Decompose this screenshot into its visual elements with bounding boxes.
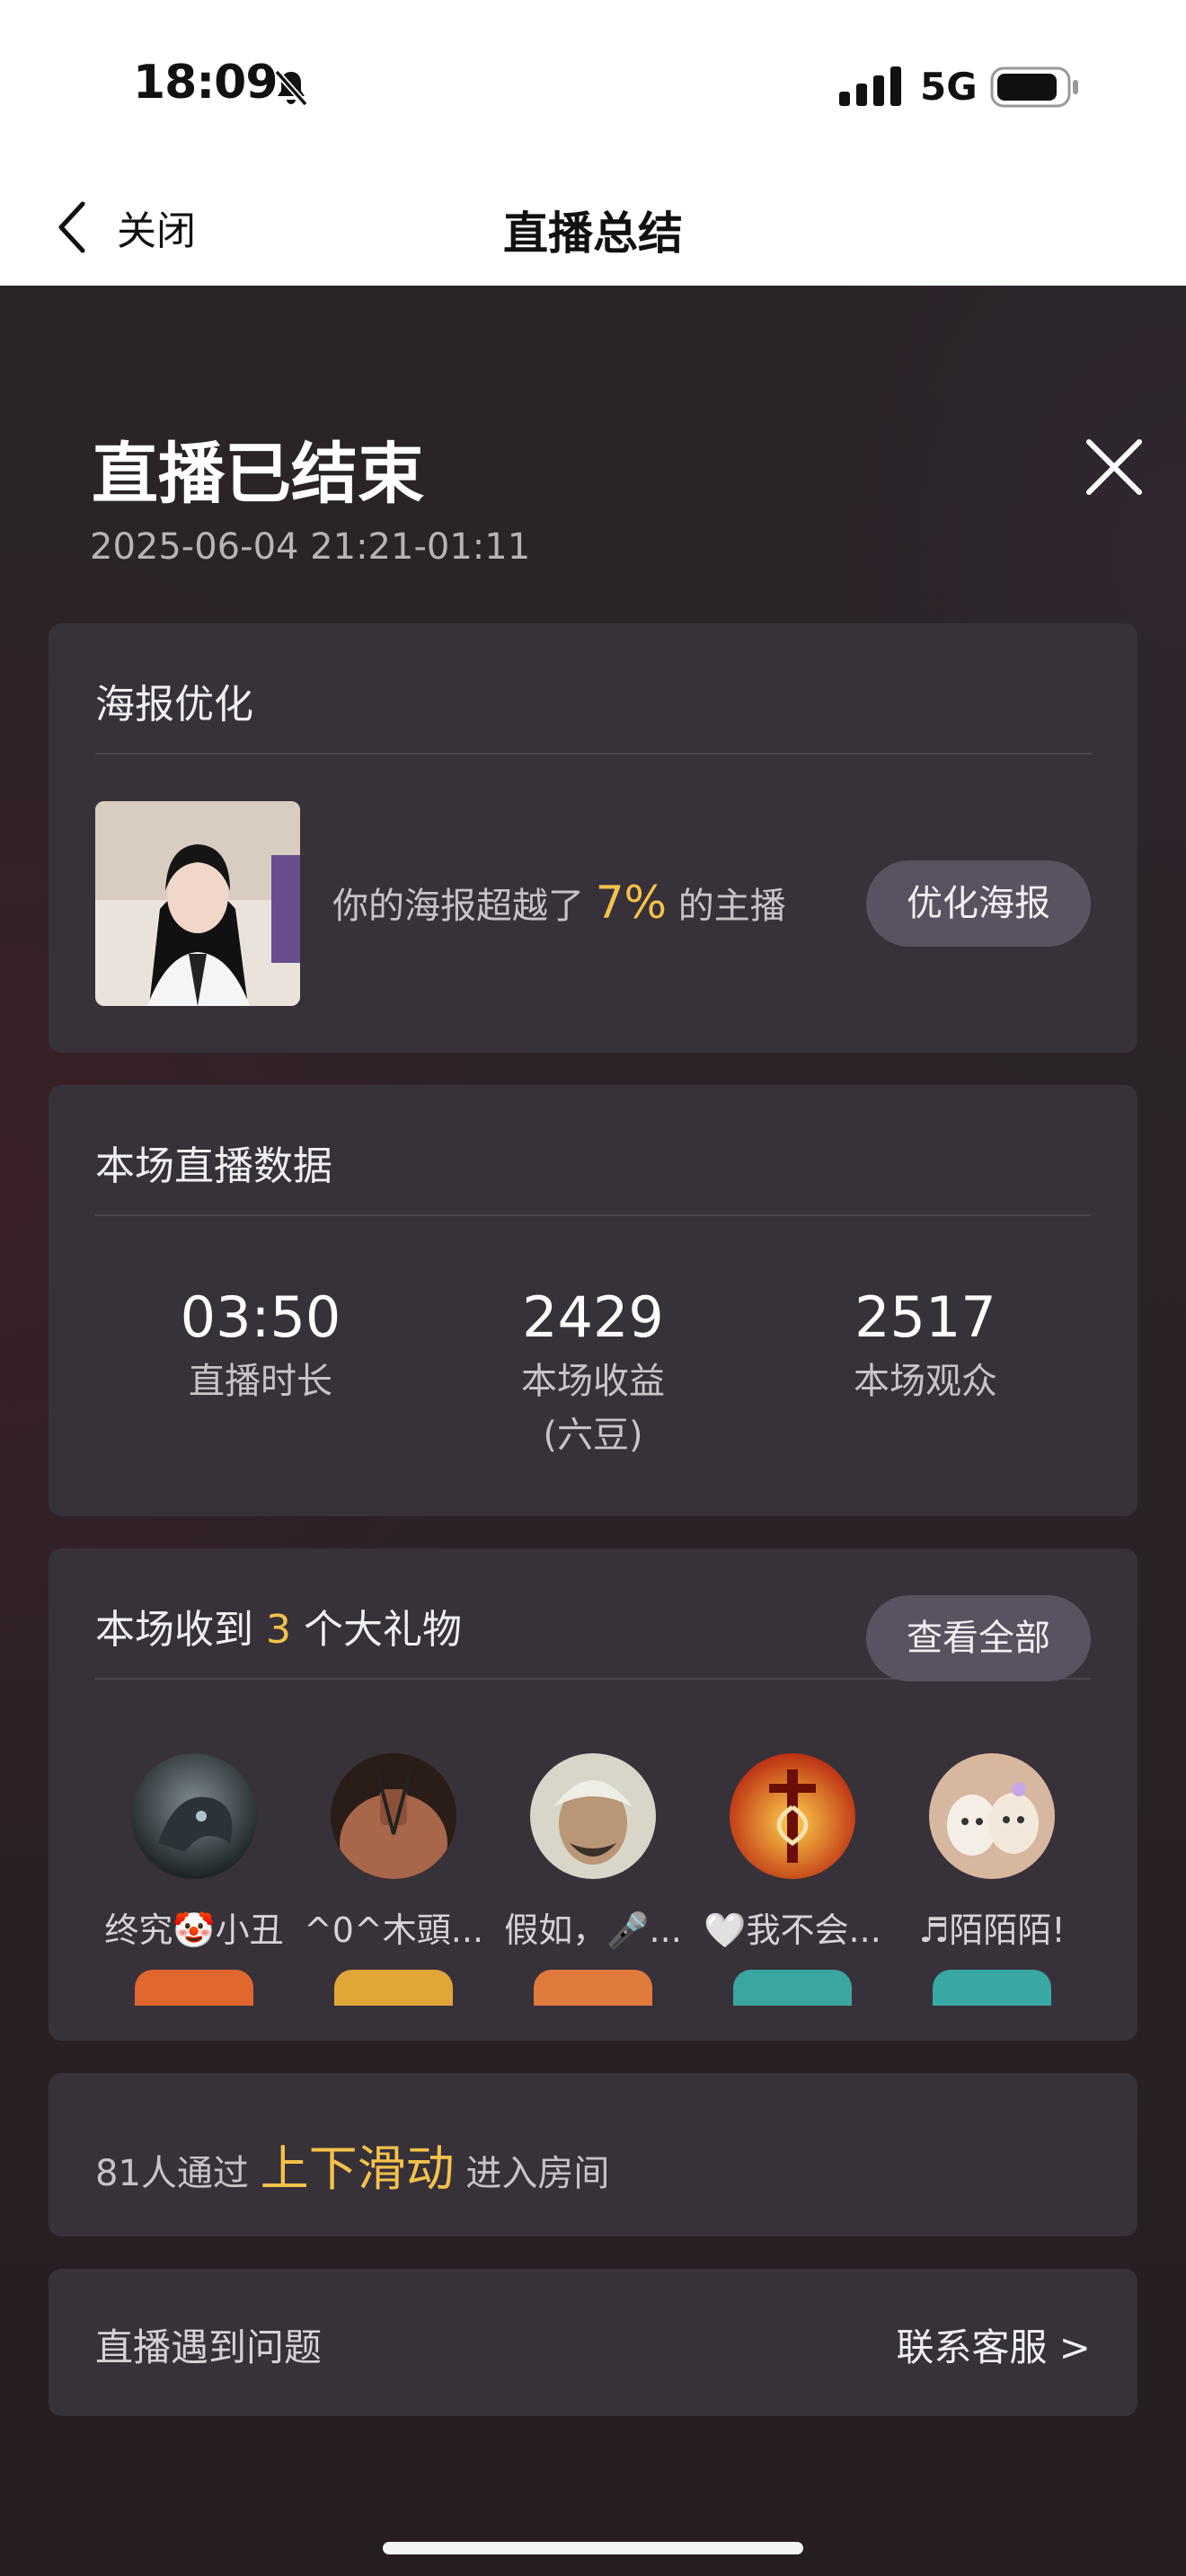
battery-icon: [990, 66, 1078, 108]
stat-label: 直播时长: [189, 1361, 332, 1402]
status-time: 18:09: [133, 56, 279, 110]
gift-sender[interactable]: ♬陌陌陌!: [893, 1753, 1091, 2006]
slide-prefix: 81人通过: [95, 2153, 249, 2194]
live-time-range: 2025-06-04 21:21-01:11: [90, 526, 531, 568]
stat-income: 2429 本场收益 (六豆): [458, 1286, 728, 1462]
stats-card-header: 本场直播数据: [95, 1085, 1091, 1216]
poster-card: 海报优化 你的海报超越了 7% 的主播 优化海报: [49, 623, 1137, 1053]
stat-label: 本场观众: [854, 1361, 997, 1402]
slide-suffix: 进入房间: [465, 2153, 610, 2194]
level-badge: [135, 1970, 253, 2006]
gift-sender-name: 🤍我不会...: [704, 1910, 881, 1950]
gifts-title-suffix: 个大礼物: [304, 1607, 462, 1653]
poster-card-title: 海报优化: [95, 682, 253, 728]
status-bar: 18:09 5G: [0, 0, 1186, 171]
slide-highlight: 上下滑动: [260, 2140, 455, 2197]
gifts-card: 本场收到 3 个大礼物 查看全部 终究🤡小丑 ^0^木頭... 假如，🎤... …: [49, 1548, 1137, 2041]
level-badge: [334, 1970, 453, 2006]
slide-entry-text: 81人通过 上下滑动 进入房间: [95, 2129, 609, 2200]
poster-image[interactable]: [95, 801, 300, 1006]
live-stats-card: 本场直播数据 03:50 直播时长 2429 本场收益 (六豆) 2517 本场…: [49, 1085, 1137, 1516]
contact-support-link[interactable]: 联系客服 >: [896, 2317, 1091, 2372]
close-icon[interactable]: [1078, 431, 1150, 503]
gift-sender-name: ♬陌陌陌!: [918, 1910, 1066, 1950]
live-ended-title: 直播已结束: [92, 436, 424, 513]
gift-sender[interactable]: ^0^木頭...: [295, 1753, 492, 2006]
poster-text-suffix: 的主播: [677, 886, 786, 927]
summary-content: 直播已结束 2025-06-04 21:21-01:11 海报优化 你的海报超越…: [0, 286, 1186, 2576]
gift-sender-name: 终究🤡小丑: [104, 1910, 284, 1950]
avatar: [929, 1753, 1055, 1879]
stats-card-title: 本场直播数据: [95, 1143, 332, 1189]
level-badge: [933, 1970, 1051, 2006]
level-badge: [534, 1970, 652, 2006]
avatar: [331, 1753, 456, 1879]
page-title: 直播总结: [503, 207, 683, 260]
stat-value: 2517: [854, 1284, 996, 1350]
poster-photo: [95, 801, 300, 1006]
issue-label: 直播遇到问题: [95, 2325, 323, 2369]
gift-sender[interactable]: 🤍我不会...: [694, 1753, 891, 2006]
optimize-poster-button[interactable]: 优化海报: [866, 860, 1091, 947]
gifts-card-title: 本场收到 3 个大礼物: [95, 1597, 462, 1654]
slide-entry-card: 81人通过 上下滑动 进入房间: [49, 2073, 1137, 2236]
gifts-title-prefix: 本场收到: [95, 1607, 253, 1653]
poster-card-header: 海报优化: [95, 623, 1091, 754]
stat-duration: 03:50 直播时长: [126, 1286, 395, 1408]
stat-value: 03:50: [180, 1284, 341, 1350]
gift-sender-name: ^0^木頭...: [303, 1910, 484, 1950]
view-all-gifts-button[interactable]: 查看全部: [866, 1595, 1091, 1681]
network-type: 5G: [920, 65, 978, 109]
stat-audience: 2517 本场观众: [791, 1286, 1060, 1408]
issue-card: 直播遇到问题 联系客服 >: [49, 2269, 1137, 2416]
gift-sender-name: 假如，🎤...: [504, 1910, 682, 1950]
avatar: [530, 1753, 656, 1879]
bell-slash-icon: [274, 69, 308, 107]
avatar: [131, 1753, 257, 1879]
level-badge: [733, 1970, 852, 2006]
nav-bar: 关闭 直播总结: [0, 171, 1186, 286]
poster-percent: 7%: [595, 877, 668, 929]
signal-icon: [839, 66, 901, 106]
gifts-count: 3: [266, 1607, 291, 1653]
stat-sublabel: (六豆): [543, 1415, 643, 1456]
home-indicator[interactable]: [383, 2542, 803, 2554]
avatar: [730, 1753, 855, 1879]
gift-sender[interactable]: 终究🤡小丑: [95, 1753, 293, 2006]
gift-sender[interactable]: 假如，🎤...: [494, 1753, 692, 2006]
stat-label: 本场收益: [521, 1361, 665, 1402]
poster-rank-text: 你的海报超越了 7% 的主播: [332, 877, 786, 929]
stat-value: 2429: [522, 1284, 664, 1350]
poster-text-prefix: 你的海报超越了: [332, 886, 584, 927]
